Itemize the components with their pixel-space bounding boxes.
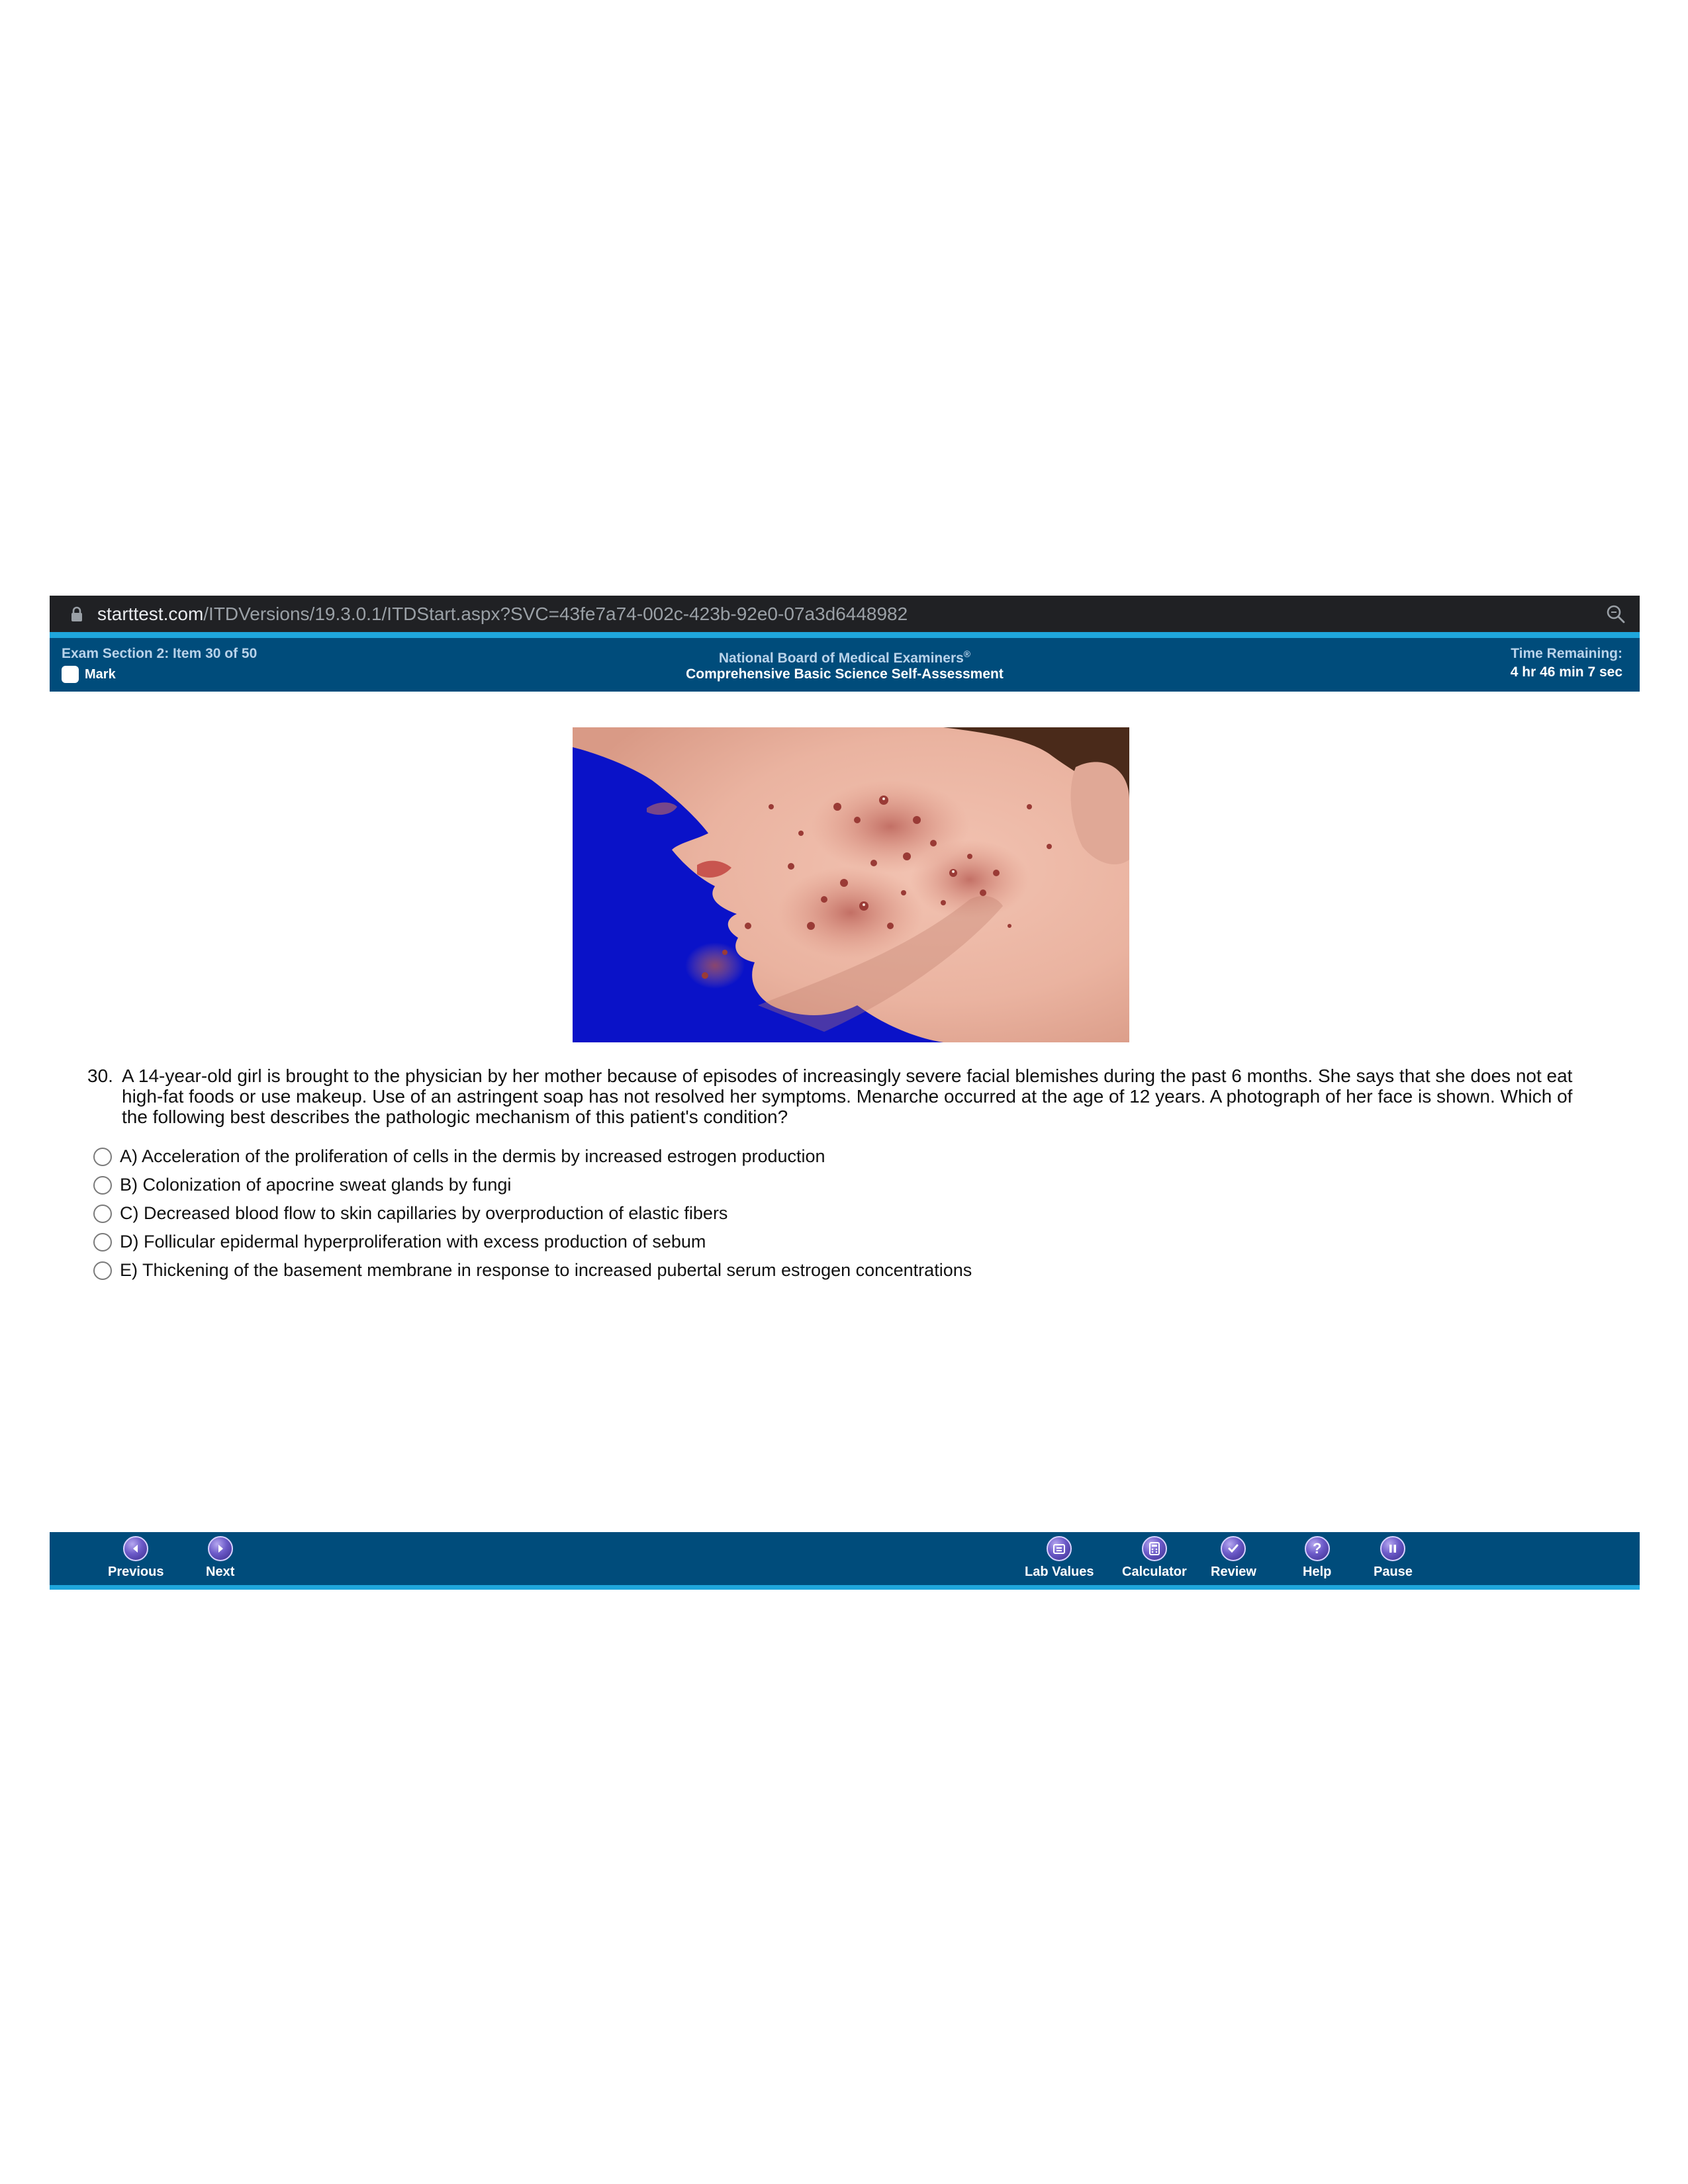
lock-icon xyxy=(71,606,82,621)
answer-option-e[interactable]: E) Thickening of the basement membrane i… xyxy=(93,1256,972,1285)
checkmark-icon xyxy=(1221,1536,1246,1561)
lab-values-label: Lab Values xyxy=(1025,1565,1094,1579)
review-label: Review xyxy=(1211,1565,1256,1579)
url-text[interactable]: starttest.com/ITDVersions/19.3.0.1/ITDSt… xyxy=(97,604,908,625)
org-name-text: National Board of Medical Examiners xyxy=(718,651,964,666)
exam-title: National Board of Medical Examiners® Com… xyxy=(50,646,1640,682)
answer-option-label: D) Follicular epidermal hyperproliferati… xyxy=(120,1232,706,1251)
previous-label: Previous xyxy=(108,1565,164,1579)
question-glyph: ? xyxy=(1312,1540,1322,1557)
calculator-button[interactable]: Calculator xyxy=(1122,1536,1187,1580)
zoom-search-icon[interactable] xyxy=(1605,604,1626,625)
help-label: Help xyxy=(1303,1565,1332,1579)
answer-option-a[interactable]: A) Acceleration of the proliferation of … xyxy=(93,1142,972,1171)
answer-option-label: E) Thickening of the basement membrane i… xyxy=(120,1260,972,1280)
org-name: National Board of Medical Examiners® xyxy=(50,646,1640,666)
pause-icon xyxy=(1380,1536,1406,1561)
exam-name: Comprehensive Basic Science Self-Assessm… xyxy=(686,666,1004,682)
next-label: Next xyxy=(206,1565,235,1579)
answer-option-c[interactable]: C) Decreased blood flow to skin capillar… xyxy=(93,1199,972,1228)
calculator-icon xyxy=(1141,1536,1167,1561)
question-text: A 14-year-old girl is brought to the phy… xyxy=(122,1066,1573,1127)
question-stem: 30. A 14-year-old girl is brought to the… xyxy=(87,1066,1597,1127)
question-mark-icon: ? xyxy=(1304,1536,1330,1561)
face-photo-illustration xyxy=(573,727,1129,1042)
answer-option-d[interactable]: D) Follicular epidermal hyperproliferati… xyxy=(93,1228,972,1256)
calculator-label: Calculator xyxy=(1122,1565,1187,1579)
radio-button[interactable] xyxy=(93,1175,112,1195)
next-button[interactable]: Next xyxy=(206,1536,234,1580)
clinical-photo xyxy=(573,727,1129,1042)
lab-values-icon xyxy=(1047,1536,1072,1561)
previous-button[interactable]: Previous xyxy=(108,1536,164,1580)
answer-option-b[interactable]: B) Colonization of apocrine sweat glands… xyxy=(93,1171,972,1199)
toolbar-accent-line xyxy=(50,1585,1640,1590)
radio-button[interactable] xyxy=(93,1147,112,1166)
help-button[interactable]: ? Help xyxy=(1303,1536,1331,1580)
exam-window: starttest.com/ITDVersions/19.3.0.1/ITDSt… xyxy=(50,596,1640,1590)
browser-address-bar[interactable]: starttest.com/ITDVersions/19.3.0.1/ITDSt… xyxy=(50,596,1640,632)
next-arrow-icon xyxy=(207,1536,233,1561)
answer-option-label: A) Acceleration of the proliferation of … xyxy=(120,1146,825,1166)
bottom-toolbar: Previous Next Lab Values Calculator Revi… xyxy=(50,1532,1640,1585)
registered-mark: ® xyxy=(963,649,971,659)
url-host: starttest.com xyxy=(97,603,204,624)
pause-button[interactable]: Pause xyxy=(1374,1536,1413,1580)
radio-button[interactable] xyxy=(93,1232,112,1251)
answer-option-label: B) Colonization of apocrine sweat glands… xyxy=(120,1175,512,1195)
radio-button[interactable] xyxy=(93,1261,112,1280)
lab-values-button[interactable]: Lab Values xyxy=(1025,1536,1094,1580)
header-accent-line xyxy=(50,632,1640,638)
time-remaining-label: Time Remaining: xyxy=(1511,646,1622,661)
previous-arrow-icon xyxy=(123,1536,149,1561)
pause-label: Pause xyxy=(1374,1565,1413,1579)
url-path: /ITDVersions/19.3.0.1/ITDStart.aspx?SVC=… xyxy=(203,603,908,624)
exam-header: Exam Section 2: Item 30 of 50 Mark Natio… xyxy=(50,638,1640,692)
time-remaining-value: 4 hr 46 min 7 sec xyxy=(1510,664,1622,680)
review-button[interactable]: Review xyxy=(1211,1536,1256,1580)
question-number: 30. xyxy=(87,1066,113,1086)
radio-button[interactable] xyxy=(93,1204,112,1223)
answer-options: A) Acceleration of the proliferation of … xyxy=(93,1142,972,1285)
answer-option-label: C) Decreased blood flow to skin capillar… xyxy=(120,1203,728,1223)
